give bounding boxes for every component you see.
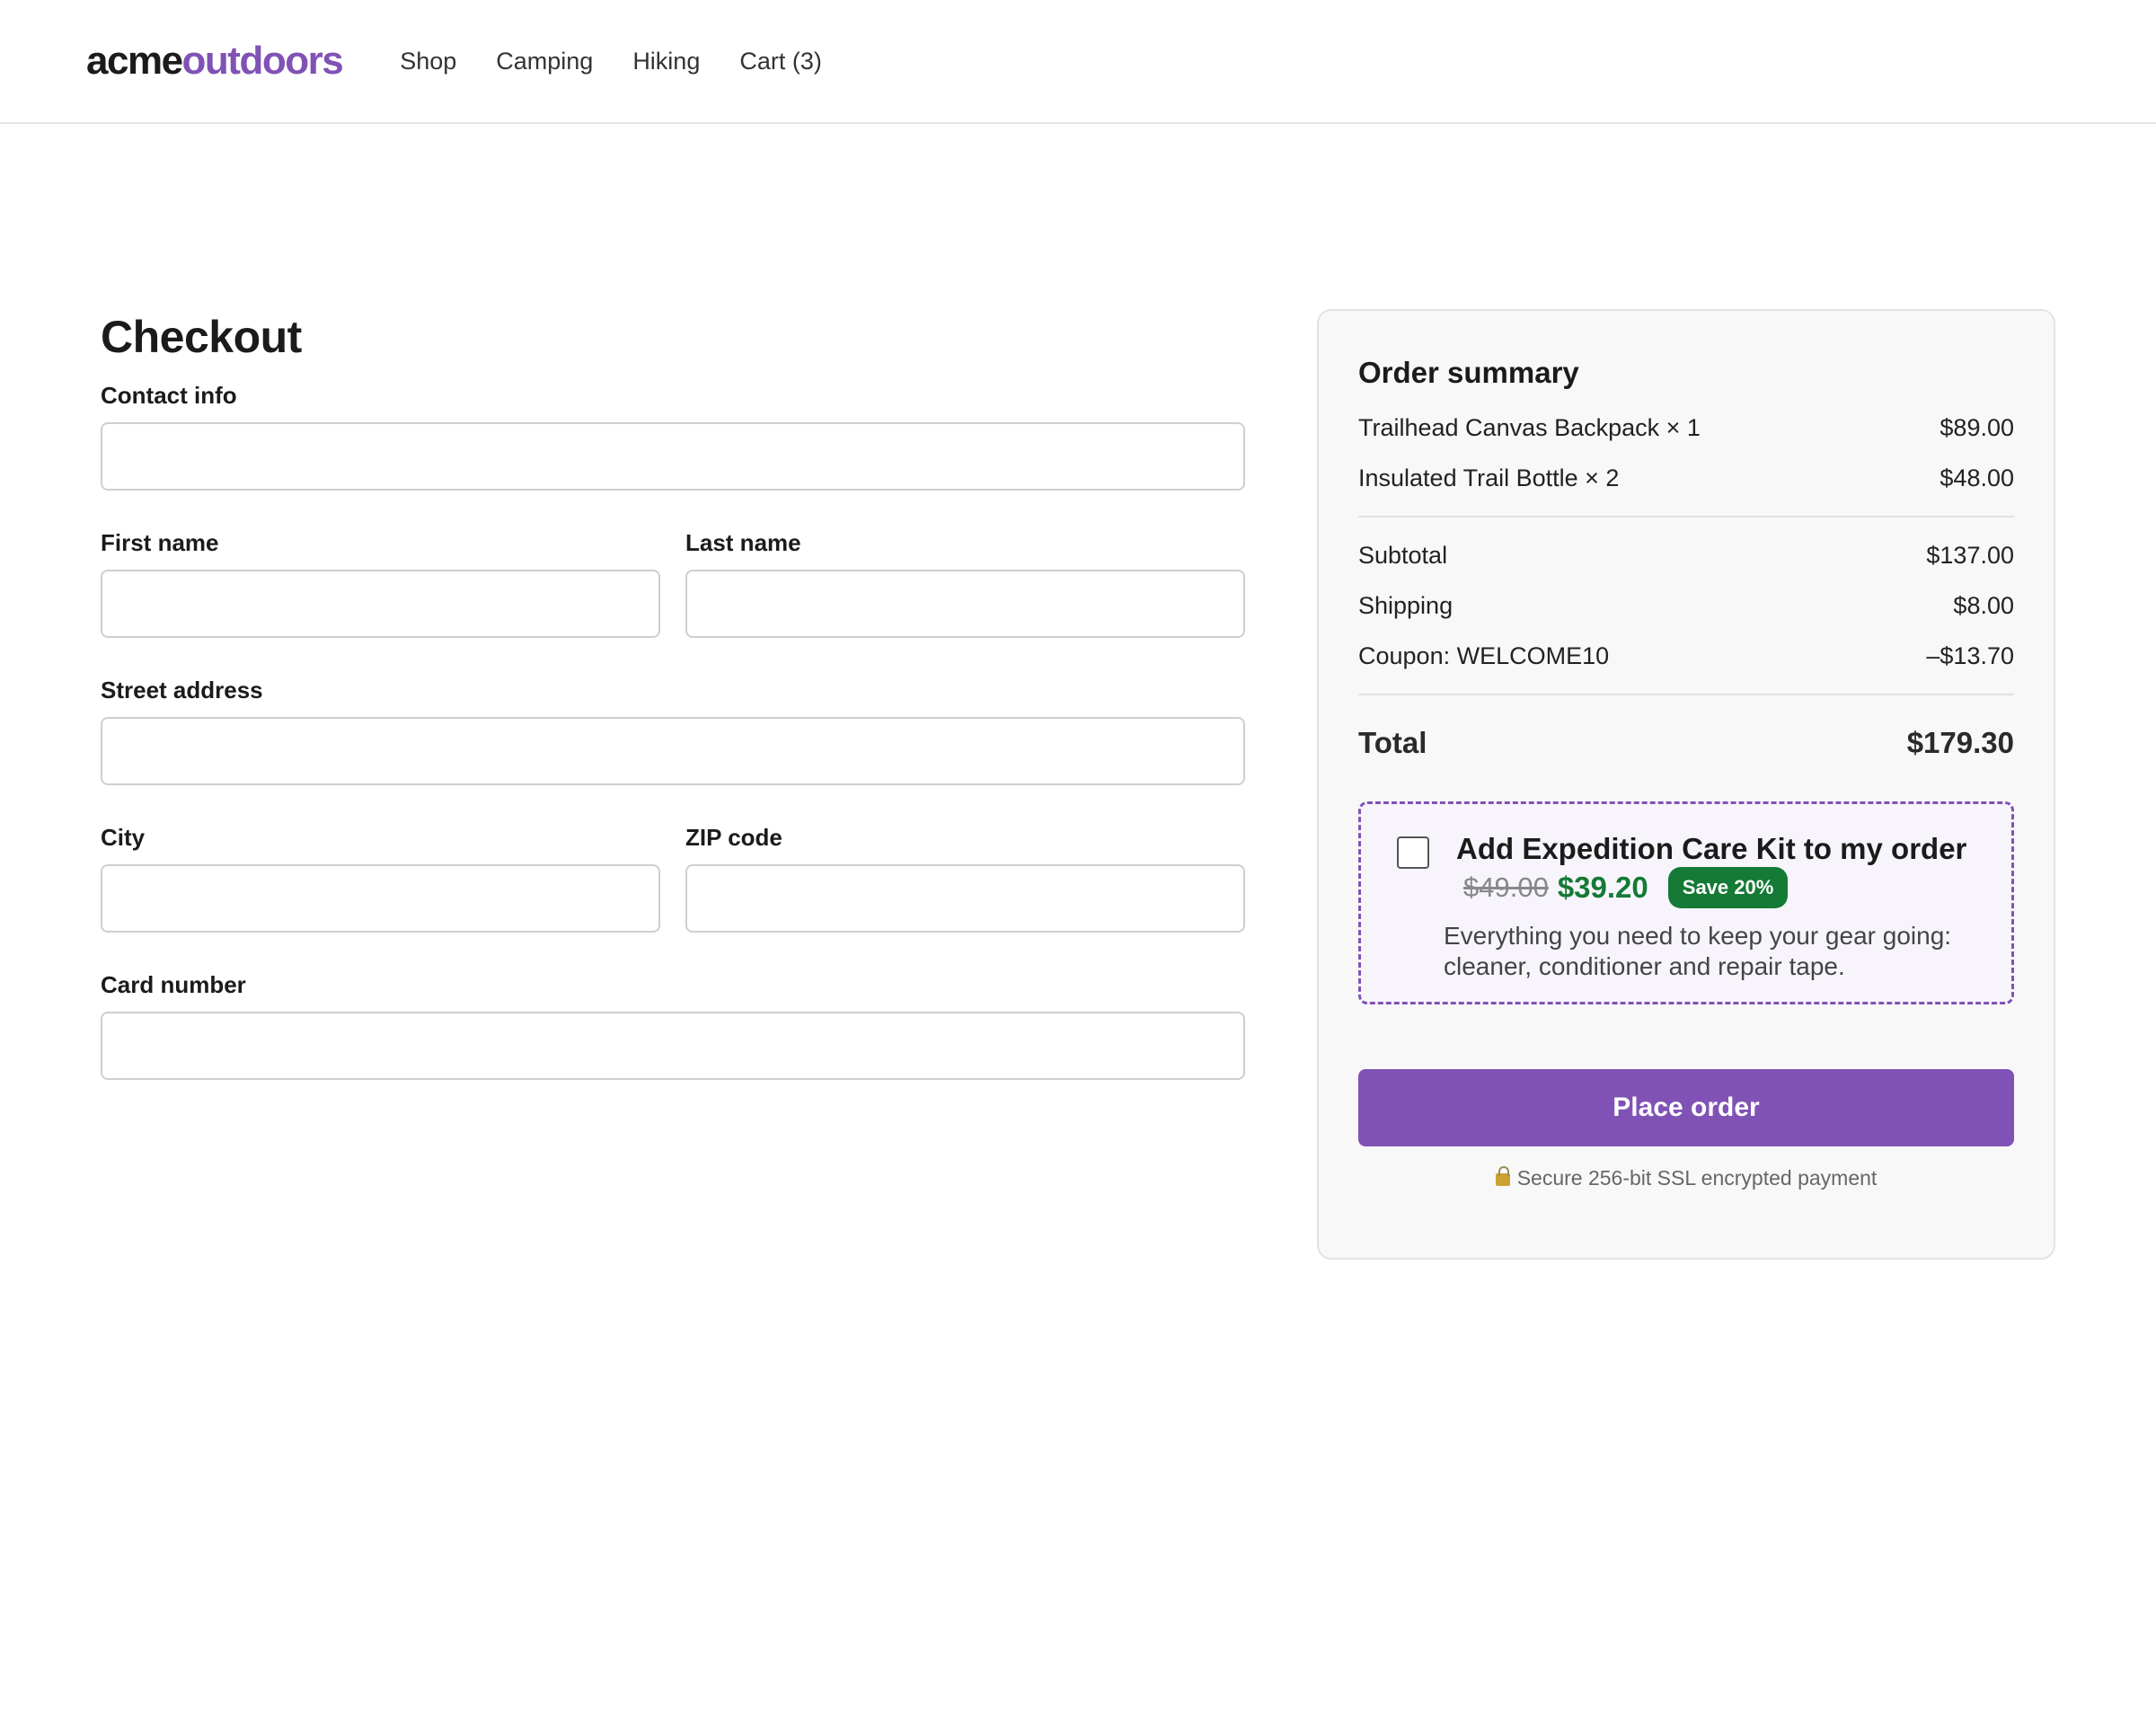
- first-name-group: First name: [101, 528, 660, 638]
- first-name-input[interactable]: [101, 570, 660, 638]
- save-badge: Save 20%: [1667, 867, 1789, 908]
- site-header: acmeoutdoors Shop Camping Hiking Cart (3…: [0, 0, 2156, 124]
- shipping-row: Shipping $8.00: [1358, 580, 2014, 631]
- last-name-label: Last name: [685, 529, 801, 556]
- street-field-group: Street address: [101, 676, 1245, 785]
- city-input[interactable]: [101, 864, 660, 933]
- upsell-title: Add Expedition Care Kit to my order: [1456, 832, 1967, 865]
- summary-item-price: $48.00: [1940, 464, 2014, 491]
- upsell-checkbox[interactable]: [1397, 836, 1429, 869]
- summary-item-name: Insulated Trail Bottle × 2: [1358, 464, 1620, 491]
- street-label: Street address: [101, 677, 263, 703]
- coupon-row: Coupon: WELCOME10 –$13.70: [1358, 631, 2014, 681]
- secure-note: Secure 256-bit SSL encrypted payment: [1358, 1166, 2014, 1190]
- total-row: Total $179.30: [1358, 708, 2014, 778]
- first-name-label: First name: [101, 529, 219, 556]
- card-number-input[interactable]: [101, 1012, 1245, 1080]
- nav-link-cart[interactable]: Cart (3): [739, 48, 822, 75]
- secure-note-text: Secure 256-bit SSL encrypted payment: [1516, 1166, 1878, 1190]
- order-summary-title: Order summary: [1358, 356, 1579, 389]
- shipping-label: Shipping: [1358, 592, 1454, 619]
- checkout-form: Checkout Contact info First name Last na…: [101, 309, 1245, 1080]
- subtotal-label: Subtotal: [1358, 542, 1448, 569]
- upsell-price-row: $49.00 $39.20 Save 20%: [1463, 867, 1979, 908]
- brand-logo[interactable]: acmeoutdoors: [86, 39, 344, 84]
- coupon-value: –$13.70: [1926, 642, 2014, 669]
- upsell-new-price: $39.20: [1557, 871, 1648, 904]
- upsell-description: Everything you need to keep your gear go…: [1444, 922, 1952, 980]
- last-name-input[interactable]: [685, 570, 1245, 638]
- summary-divider: [1358, 694, 2014, 695]
- brand-logo-part1: acme: [86, 39, 183, 83]
- coupon-label: Coupon: WELCOME10: [1358, 642, 1610, 669]
- total-value: $179.30: [1906, 726, 2014, 759]
- city-group: City: [101, 823, 660, 933]
- zip-group: ZIP code: [685, 823, 1245, 933]
- card-label: Card number: [101, 971, 246, 998]
- subtotal-row: Subtotal $137.00: [1358, 530, 2014, 580]
- street-input[interactable]: [101, 717, 1245, 785]
- zip-label: ZIP code: [685, 824, 782, 851]
- upsell-old-price: $49.00: [1463, 871, 1549, 903]
- city-zip-row: City ZIP code: [101, 823, 1245, 933]
- summary-item-price: $89.00: [1940, 414, 2014, 441]
- order-summary-panel: Order summary Trailhead Canvas Backpack …: [1317, 309, 2055, 1260]
- last-name-group: Last name: [685, 528, 1245, 638]
- subtotal-value: $137.00: [1926, 542, 2014, 569]
- nav-link-shop[interactable]: Shop: [400, 48, 456, 75]
- summary-item: Trailhead Canvas Backpack × 1 $89.00: [1358, 402, 2014, 453]
- place-order-button[interactable]: Place order: [1358, 1069, 2014, 1146]
- name-row: First name Last name: [101, 528, 1245, 638]
- zip-input[interactable]: [685, 864, 1245, 933]
- summary-item: Insulated Trail Bottle × 2 $48.00: [1358, 453, 2014, 503]
- summary-item-name: Trailhead Canvas Backpack × 1: [1358, 414, 1701, 441]
- page-title: Checkout: [101, 312, 302, 362]
- city-label: City: [101, 824, 146, 851]
- summary-items: Trailhead Canvas Backpack × 1 $89.00 Ins…: [1358, 402, 2014, 503]
- brand-logo-part2: outdoors: [181, 39, 344, 83]
- total-label: Total: [1358, 726, 1427, 759]
- contact-field-group: Contact info: [101, 381, 1245, 491]
- contact-input[interactable]: [101, 422, 1245, 491]
- summary-divider: [1358, 516, 2014, 518]
- contact-label: Contact info: [101, 382, 237, 409]
- nav-link-hiking[interactable]: Hiking: [632, 48, 700, 75]
- lock-icon: [1495, 1166, 1510, 1186]
- card-field-group: Card number: [101, 970, 1245, 1080]
- upsell-offer[interactable]: Add Expedition Care Kit to my order $49.…: [1358, 801, 2014, 1004]
- nav-link-camping[interactable]: Camping: [496, 48, 593, 75]
- shipping-value: $8.00: [1953, 592, 2014, 619]
